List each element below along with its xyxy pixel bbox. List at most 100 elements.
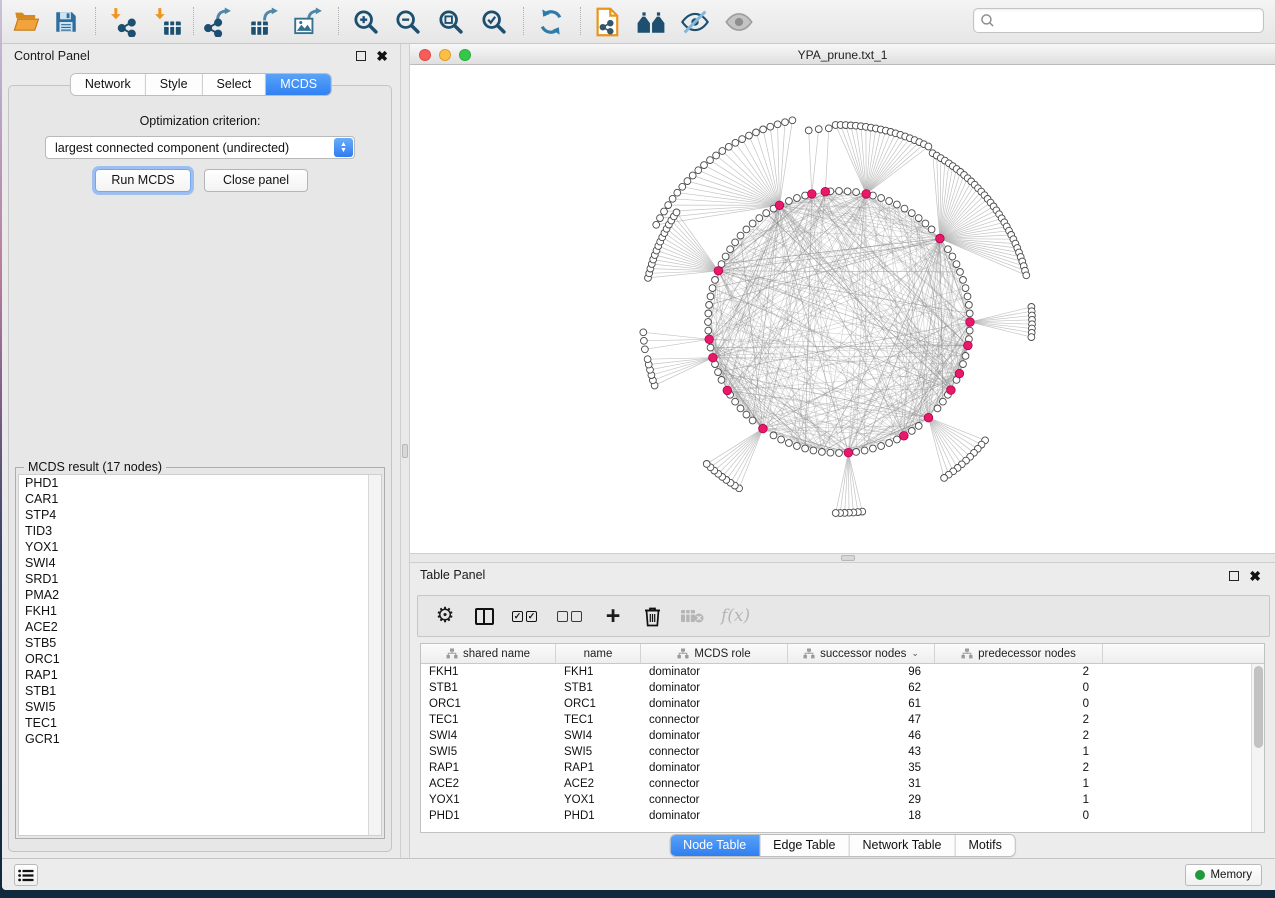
import-table-icon[interactable] [152,6,184,38]
import-network-icon[interactable] [108,6,140,38]
add-column-icon[interactable]: + [602,604,624,628]
mcds-result-item[interactable]: STP4 [19,507,381,523]
zoom-out-icon[interactable] [392,6,424,38]
network-graph[interactable] [410,65,1275,553]
network-window-titlebar[interactable]: YPA_prune.txt_1 [410,44,1275,65]
mcds-result-item[interactable]: GCR1 [19,731,381,747]
mcds-result-item[interactable]: TID3 [19,523,381,539]
export-table-icon[interactable] [248,6,280,38]
select-all-checks-icon[interactable]: ✓✓ [512,604,540,628]
zoom-selected-icon[interactable] [478,6,510,38]
show-details-icon[interactable] [723,6,755,38]
scrollbar-thumb[interactable] [1254,666,1263,748]
tab-style[interactable]: Style [146,74,203,95]
table-row[interactable]: SWI5SWI5connector431 [421,744,1264,760]
splitter-grip[interactable] [841,555,855,561]
cell-successor-nodes: 29 [788,792,935,808]
tab-network-table[interactable]: Network Table [850,835,956,856]
mcds-result-item[interactable]: STB1 [19,683,381,699]
zoom-fit-icon[interactable] [435,6,467,38]
deselect-all-checks-icon[interactable] [557,604,585,628]
column-header-successor-nodes[interactable]: successor nodes⌄ [788,644,935,663]
table-scrollbar[interactable] [1251,664,1264,832]
open-file-icon[interactable] [11,6,43,38]
column-header-MCDS-role[interactable]: MCDS role [641,644,788,663]
settings-gear-icon[interactable]: ⚙ [434,604,456,628]
toolbar-separator [523,7,524,35]
tab-network[interactable]: Network [71,74,146,95]
list-icon [18,869,34,882]
zoom-in-icon[interactable] [350,6,382,38]
column-header-shared-name[interactable]: shared name [421,644,556,663]
memory-button[interactable]: Memory [1185,864,1262,886]
task-history-button[interactable] [14,864,38,886]
delete-column-icon[interactable] [641,604,663,628]
splitter-grip[interactable] [402,444,408,458]
table-row[interactable]: ACE2ACE2connector311 [421,776,1264,792]
tab-select[interactable]: Select [203,74,267,95]
table-row[interactable]: PHD1PHD1dominator180 [421,808,1264,824]
cell-name: ACE2 [556,776,641,792]
table-row[interactable]: SWI4SWI4dominator462 [421,728,1264,744]
float-panel-icon[interactable] [356,51,366,61]
table-row[interactable]: ORC1ORC1dominator610 [421,696,1264,712]
hide-details-icon[interactable] [679,6,711,38]
cell-name: ORC1 [556,696,641,712]
table-row[interactable]: TEC1TEC1connector472 [421,712,1264,728]
column-header-name[interactable]: name [556,644,641,663]
dropdown-stepper-icon: ▲▼ [334,138,353,157]
mcds-result-item[interactable]: SRD1 [19,571,381,587]
mcds-result-item[interactable]: STB5 [19,635,381,651]
mcds-result-item[interactable]: CAR1 [19,491,381,507]
mcds-list-scrollbar[interactable] [368,475,381,835]
table-row[interactable]: YOX1YOX1connector291 [421,792,1264,808]
cell-predecessor-nodes: 2 [935,664,1103,680]
horizontal-splitter[interactable] [410,553,1275,563]
toolbar-separator [338,7,339,35]
column-panes-icon[interactable] [473,604,495,628]
search-icon [980,13,995,28]
memory-label: Memory [1210,869,1252,881]
cell-successor-nodes: 62 [788,680,935,696]
close-panel-button[interactable]: Close panel [204,169,308,192]
tab-node-table[interactable]: Node Table [670,835,760,856]
cell-successor-nodes: 43 [788,744,935,760]
table-row[interactable]: FKH1FKH1dominator962 [421,664,1264,680]
run-mcds-button[interactable]: Run MCDS [95,169,191,192]
search-input[interactable] [973,8,1264,33]
mcds-result-item[interactable]: YOX1 [19,539,381,555]
mcds-result-item[interactable]: TEC1 [19,715,381,731]
optimization-criterion-select[interactable]: largest connected component (undirected)… [45,136,355,159]
namespace-icon [961,648,973,659]
close-panel-icon[interactable]: ✖ [376,51,388,61]
refresh-icon[interactable] [535,6,567,38]
table-row[interactable]: STB1STB1dominator620 [421,680,1264,696]
control-panel: Control Panel ✖ NetworkStyleSelectMCDS O… [2,44,400,858]
mcds-result-list[interactable]: PHD1CAR1STP4TID3YOX1SWI4SRD1PMA2FKH1ACE2… [18,474,382,836]
mcds-result-item[interactable]: PMA2 [19,587,381,603]
close-panel-icon[interactable]: ✖ [1249,571,1261,581]
export-network-icon[interactable] [201,6,233,38]
mcds-result-item[interactable]: FKH1 [19,603,381,619]
column-header-predecessor-nodes[interactable]: predecessor nodes [935,644,1103,663]
tab-mcds[interactable]: MCDS [266,74,331,95]
table-row[interactable]: RAP1RAP1dominator352 [421,760,1264,776]
mcds-result-item[interactable]: ORC1 [19,651,381,667]
network-canvas[interactable] [410,65,1275,553]
mcds-result-item[interactable]: SWI4 [19,555,381,571]
binoculars-icon[interactable] [635,6,667,38]
export-image-icon[interactable] [292,6,324,38]
tab-motifs[interactable]: Motifs [955,835,1014,856]
vertical-splitter[interactable] [400,44,410,858]
mcds-result-item[interactable]: ACE2 [19,619,381,635]
network-document-icon[interactable] [592,6,624,38]
float-panel-icon[interactable] [1229,571,1239,581]
mcds-result-item[interactable]: SWI5 [19,699,381,715]
tab-edge-table[interactable]: Edge Table [760,835,849,856]
column-label: successor nodes [820,648,906,660]
cell-MCDS-role: dominator [641,808,788,824]
mcds-result-item[interactable]: PHD1 [19,475,381,491]
save-session-icon[interactable] [50,6,82,38]
cell-shared-name: ORC1 [421,696,556,712]
mcds-result-item[interactable]: RAP1 [19,667,381,683]
